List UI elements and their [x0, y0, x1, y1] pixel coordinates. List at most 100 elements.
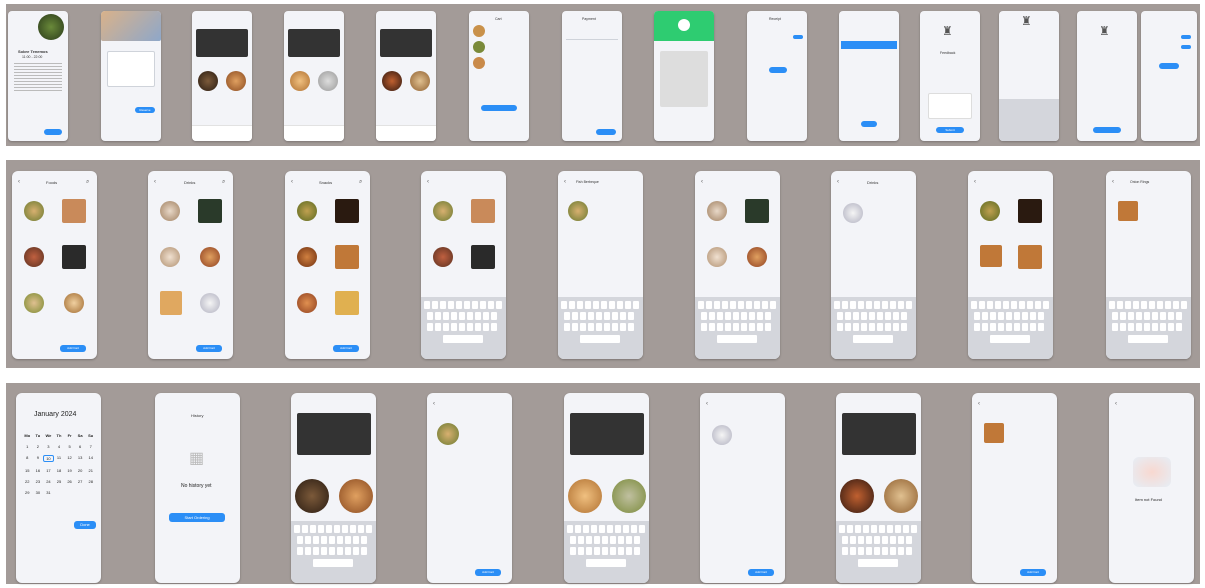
space-key[interactable]: [586, 559, 626, 567]
keyboard-key[interactable]: [618, 547, 624, 555]
calendar-day[interactable]: 21: [85, 468, 96, 473]
keyboard-key[interactable]: [882, 536, 888, 544]
back-icon[interactable]: ‹: [154, 179, 156, 185]
add-cart-button[interactable]: Add Cart: [333, 345, 359, 352]
keyboard-key[interactable]: [329, 536, 335, 544]
keyboard[interactable]: [558, 297, 643, 359]
keyboard-key[interactable]: [459, 312, 465, 320]
drink-photo[interactable]: [745, 199, 769, 223]
keyboard-key[interactable]: [596, 312, 602, 320]
keyboard-key[interactable]: [483, 312, 489, 320]
snack-photo[interactable]: [980, 245, 1002, 267]
keyboard-key[interactable]: [725, 312, 731, 320]
calendar-day[interactable]: 7: [85, 444, 96, 449]
keyboard-key[interactable]: [998, 323, 1004, 331]
keyboard-key[interactable]: [757, 323, 763, 331]
keyboard-key[interactable]: [901, 323, 907, 331]
keyboard-key[interactable]: [842, 301, 848, 309]
keyboard[interactable]: [831, 297, 916, 359]
keyboard-key[interactable]: [1144, 323, 1150, 331]
toggle-button[interactable]: [793, 35, 803, 39]
keyboard-key[interactable]: [974, 312, 980, 320]
keyboard-key[interactable]: [361, 536, 367, 544]
keyboard-key[interactable]: [578, 536, 584, 544]
back-icon[interactable]: ‹: [706, 401, 708, 407]
keyboard-key[interactable]: [1149, 301, 1155, 309]
food-photo[interactable]: [471, 199, 495, 223]
food-photo[interactable]: [295, 479, 329, 513]
promo-banner[interactable]: [570, 413, 644, 455]
keyboard-key[interactable]: [974, 323, 980, 331]
keyboard-key[interactable]: [1125, 301, 1131, 309]
keyboard-key[interactable]: [861, 312, 867, 320]
food-photo[interactable]: [568, 201, 588, 221]
keyboard-key[interactable]: [906, 536, 912, 544]
calendar-day[interactable]: 28: [85, 479, 96, 484]
keyboard-key[interactable]: [979, 301, 985, 309]
calendar-day[interactable]: 8: [22, 455, 33, 462]
food-photo[interactable]: [437, 423, 459, 445]
keyboard-key[interactable]: [863, 525, 869, 533]
keyboard-key[interactable]: [1144, 312, 1150, 320]
keyboard-key[interactable]: [366, 525, 372, 533]
keyboard-key[interactable]: [717, 312, 723, 320]
keyboard-key[interactable]: [874, 547, 880, 555]
keyboard-key[interactable]: [628, 323, 634, 331]
keyboard-key[interactable]: [353, 536, 359, 544]
keyboard-key[interactable]: [890, 536, 896, 544]
snack-photo[interactable]: [335, 291, 359, 315]
keyboard-key[interactable]: [612, 323, 618, 331]
keyboard-key[interactable]: [866, 547, 872, 555]
keyboard-key[interactable]: [746, 301, 752, 309]
keyboard-key[interactable]: [882, 301, 888, 309]
back-icon[interactable]: ‹: [701, 179, 703, 185]
calendar-day[interactable]: 27: [75, 479, 86, 484]
food-photo[interactable]: [62, 245, 86, 269]
space-key[interactable]: [990, 335, 1030, 343]
keyboard-key[interactable]: [618, 536, 624, 544]
keyboard-key[interactable]: [861, 323, 867, 331]
keyboard-key[interactable]: [634, 536, 640, 544]
keyboard[interactable]: [564, 521, 649, 583]
keyboard-key[interactable]: [475, 323, 481, 331]
keyboard-key[interactable]: [578, 547, 584, 555]
keyboard-key[interactable]: [971, 301, 977, 309]
toggle-button[interactable]: [1181, 45, 1191, 49]
keyboard-key[interactable]: [617, 301, 623, 309]
snack-photo[interactable]: [335, 199, 359, 223]
keyboard-key[interactable]: [1173, 301, 1179, 309]
keyboard-key[interactable]: [890, 547, 896, 555]
keyboard-key[interactable]: [1035, 301, 1041, 309]
space-key[interactable]: [580, 335, 620, 343]
keyboard-key[interactable]: [628, 312, 634, 320]
keyboard-key[interactable]: [610, 536, 616, 544]
keyboard-key[interactable]: [717, 323, 723, 331]
keyboard-key[interactable]: [456, 301, 462, 309]
keyboard-key[interactable]: [770, 301, 776, 309]
keyboard-key[interactable]: [491, 323, 497, 331]
keyboard-key[interactable]: [593, 301, 599, 309]
keyboard-key[interactable]: [361, 547, 367, 555]
keyboard-key[interactable]: [1165, 301, 1171, 309]
keyboard-key[interactable]: [631, 525, 637, 533]
keyboard-key[interactable]: [837, 312, 843, 320]
keyboard-key[interactable]: [853, 323, 859, 331]
keyboard-key[interactable]: [866, 301, 872, 309]
back-icon[interactable]: ‹: [974, 179, 976, 185]
keyboard-key[interactable]: [572, 323, 578, 331]
keyboard-key[interactable]: [599, 525, 605, 533]
drink-photo[interactable]: [707, 247, 727, 267]
keyboard-key[interactable]: [588, 323, 594, 331]
confirm-button[interactable]: [769, 67, 787, 73]
keyboard-key[interactable]: [580, 323, 586, 331]
keyboard-key[interactable]: [749, 312, 755, 320]
space-key[interactable]: [717, 335, 757, 343]
checkout-button[interactable]: [481, 105, 517, 111]
keyboard-key[interactable]: [623, 525, 629, 533]
calendar-day[interactable]: 14: [85, 455, 96, 462]
search-icon[interactable]: ⌕: [86, 179, 89, 185]
add-cart-button[interactable]: Add Cart: [1020, 569, 1046, 576]
calendar-day[interactable]: 12: [64, 455, 75, 462]
keyboard-key[interactable]: [874, 301, 880, 309]
promo-banner[interactable]: [842, 413, 916, 455]
